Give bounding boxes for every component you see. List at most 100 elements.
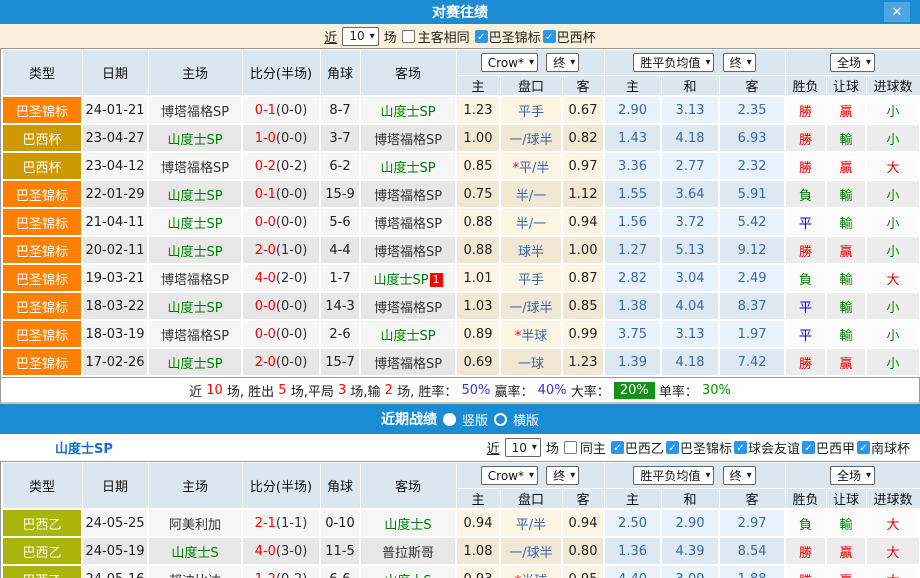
col-type: 类型 (2, 463, 82, 510)
cell-home-team: 博塔福格SP (148, 320, 242, 348)
cell-odds-home: 1.23 (456, 96, 500, 124)
league-checkbox[interactable]: ✓ (857, 441, 870, 454)
cell-avg-draw: 4.18 (661, 348, 719, 376)
cell-handicap: 半/一 (500, 180, 562, 208)
col-home: 主场 (148, 50, 242, 97)
league-filter-label: 球会友谊 (748, 438, 800, 457)
cell-score: 2-1(1-1) (242, 509, 320, 537)
cell-ah-result: 贏 (826, 152, 866, 180)
cell-avg-draw: 3.04 (661, 264, 719, 292)
odds-final-select[interactable]: 终 (546, 53, 579, 72)
cell-avg-home: 2.50 (604, 509, 661, 537)
near-link[interactable]: 近 (324, 27, 337, 46)
cell-home-team: 山度士SP (148, 292, 242, 320)
cell-handicap: *平/半 (500, 152, 562, 180)
league-badge: 巴圣锦标 (2, 236, 82, 264)
cell-avg-away: 1.88 (719, 565, 785, 578)
cell-handicap: 平手 (500, 264, 562, 292)
cell-score: 1-0(0-0) (242, 124, 320, 152)
summary-segment: 50% (461, 383, 490, 398)
cell-score: 0-1(0-0) (242, 180, 320, 208)
league-filter[interactable]: ✓巴西乙 (611, 438, 664, 457)
cell-result: 負 (785, 509, 826, 537)
scope-select[interactable]: 全场 (830, 466, 875, 485)
cell-odds-home: 0.93 (456, 565, 500, 578)
odds-company-group: Crow* 终 (456, 50, 604, 76)
cell-home-team: 阿美利加 (148, 509, 242, 537)
horizontal-layout-label: 横版 (513, 410, 539, 429)
avg-odds-select[interactable]: 胜平负均值 (633, 53, 714, 72)
odds-company-select[interactable]: Crow* (481, 53, 538, 72)
league-filter[interactable]: ✓球会友谊 (734, 438, 800, 457)
cell-date: 21-04-11 (82, 208, 148, 236)
league-filter[interactable]: ✓巴圣锦标 (475, 27, 541, 46)
summary-segment: 10 (206, 383, 223, 398)
league-checkbox[interactable]: ✓ (543, 30, 556, 43)
table-row: 巴圣锦标 20-02-11 山度士SP 2-0(1-0) 4-4 博塔福格SP … (2, 236, 920, 264)
recent-count-select[interactable]: 10 (505, 438, 541, 457)
cell-avg-away: 2.32 (719, 152, 785, 180)
league-checkbox[interactable]: ✓ (475, 30, 488, 43)
cell-ah-result: 輸 (826, 264, 866, 292)
cell-away-team: 山度士SP (360, 96, 456, 124)
panel-title: 对赛往绩 (432, 2, 488, 22)
cell-avg-draw: 5.13 (661, 236, 719, 264)
cell-goals-result: 大 (866, 565, 920, 578)
cell-away-team: 博塔福格SP (360, 124, 456, 152)
cell-result: 勝 (785, 565, 826, 578)
league-checkbox[interactable]: ✓ (802, 441, 815, 454)
cell-ah-result: 贏 (826, 537, 866, 565)
scope-select[interactable]: 全场 (830, 53, 875, 72)
league-checkbox[interactable]: ✓ (666, 441, 679, 454)
odds-company-group: Crow* 终 (456, 463, 604, 489)
cell-away-team: 山度士SP1 (360, 264, 456, 292)
avg-odds-select[interactable]: 胜平负均值 (633, 466, 714, 485)
cell-avg-away: 8.37 (719, 292, 785, 320)
same-venue-filter[interactable]: 主客相同 (402, 27, 470, 46)
league-filter[interactable]: ✓巴西杯 (543, 27, 596, 46)
col-handicap-away: 客 (562, 489, 604, 510)
summary-segment: 单率： (655, 381, 702, 400)
cell-ah-result: 贏 (826, 236, 866, 264)
avg-final-select[interactable]: 终 (723, 466, 756, 485)
league-filter[interactable]: ✓南球杯 (857, 438, 910, 457)
cell-avg-away: 6.93 (719, 124, 785, 152)
cell-goals-result: 大 (866, 537, 920, 565)
cell-corner: 11-5 (320, 537, 360, 565)
league-filter-label: 巴西甲 (816, 438, 855, 457)
odds-company-select[interactable]: Crow* (481, 466, 538, 485)
league-checkbox[interactable]: ✓ (734, 441, 747, 454)
cell-odds-home: 0.69 (456, 348, 500, 376)
cell-score: 2-0(0-0) (242, 348, 320, 376)
league-filter[interactable]: ✓巴西甲 (802, 438, 855, 457)
cell-handicap: 平/半 (500, 509, 562, 537)
vertical-layout-radio[interactable] (443, 413, 456, 426)
cell-score: 0-1(0-0) (242, 96, 320, 124)
cell-corner: 0-10 (320, 509, 360, 537)
near-link-recent[interactable]: 近 (487, 438, 500, 457)
league-filter[interactable]: ✓巴圣锦标 (666, 438, 732, 457)
league-checkbox[interactable]: ✓ (611, 441, 624, 454)
cell-goals-result: 小 (866, 180, 920, 208)
cell-result: 平 (785, 320, 826, 348)
cell-handicap: 一/球半 (500, 124, 562, 152)
games-label-recent: 场 (546, 438, 559, 457)
h2h-panel: 对赛往绩 ✕ 近 10 场 主客相同 ✓巴圣锦标✓巴西杯 类型 日期 主 (0, 0, 920, 578)
cell-odds-away: 0.95 (562, 565, 604, 578)
match-count-select[interactable]: 10 (342, 27, 378, 46)
same-home-checkbox[interactable] (564, 441, 577, 454)
avg-final-select[interactable]: 终 (723, 53, 756, 72)
close-icon[interactable]: ✕ (884, 2, 910, 22)
same-home-filter[interactable]: 同主 (564, 438, 606, 457)
horizontal-layout-radio[interactable] (494, 413, 507, 426)
cell-corner: 6-6 (320, 565, 360, 578)
cell-avg-away: 2.49 (719, 264, 785, 292)
cell-goals-result: 大 (866, 152, 920, 180)
table-row: 巴西乙 24-05-19 山度士S 4-0(3-0) 11-5 普拉斯哥 1.0… (2, 537, 920, 565)
same-venue-checkbox[interactable] (402, 30, 415, 43)
cell-handicap: 球半 (500, 236, 562, 264)
cell-away-team: 山度士S (360, 565, 456, 578)
scope-group: 全场 (785, 463, 920, 489)
odds-final-select[interactable]: 终 (546, 466, 579, 485)
cell-result: 勝 (785, 348, 826, 376)
